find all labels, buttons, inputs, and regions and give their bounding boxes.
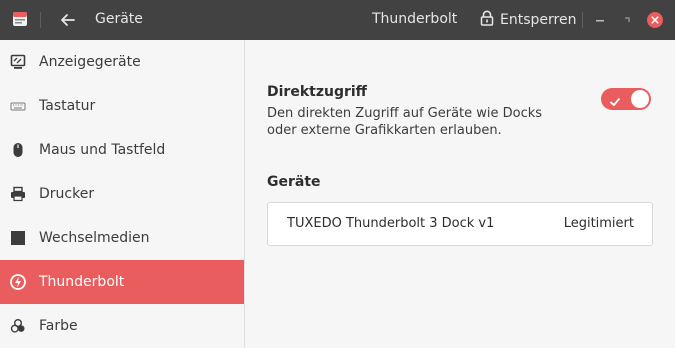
header-section-title: Geräte [95, 11, 143, 27]
unlock-button[interactable]: Entsperren [476, 6, 580, 34]
settings-app-icon[interactable] [12, 11, 28, 27]
sidebar-item-color[interactable]: Farbe [0, 304, 244, 348]
back-arrow-icon[interactable] [60, 11, 76, 29]
devices-heading: Geräte [267, 174, 321, 190]
sidebar-item-label: Anzeigegeräte [39, 54, 141, 70]
sidebar-item-label: Thunderbolt [39, 274, 125, 290]
sidebar-item-displays[interactable]: Anzeigegeräte [0, 40, 244, 84]
toggle-knob [631, 90, 649, 108]
sidebar-item-printers[interactable]: Drucker [0, 172, 244, 216]
display-icon [10, 54, 26, 70]
sidebar-item-removable-media[interactable]: Wechselmedien [0, 216, 244, 260]
header-separator [40, 12, 41, 28]
direct-access-toggle[interactable] [601, 88, 651, 110]
sidebar-item-thunderbolt[interactable]: Thunderbolt [0, 260, 244, 304]
sidebar: Anzeigegeräte Tastatur Maus und Tastfeld [0, 40, 245, 348]
mouse-icon [10, 142, 26, 158]
header-separator [582, 12, 583, 28]
color-icon [10, 318, 26, 334]
sidebar-item-mouse[interactable]: Maus und Tastfeld [0, 128, 244, 172]
device-status: Legitimiert [563, 216, 634, 231]
sidebar-item-label: Farbe [39, 318, 78, 334]
sidebar-item-label: Wechselmedien [39, 230, 150, 246]
printer-icon [10, 186, 26, 202]
removable-media-icon [10, 230, 26, 246]
sidebar-item-keyboard[interactable]: Tastatur [0, 84, 244, 128]
device-name: TUXEDO Thunderbolt 3 Dock v1 [287, 216, 495, 231]
close-icon[interactable] [645, 10, 665, 30]
header-bar: Geräte Thunderbolt Entsperren [0, 0, 675, 40]
keyboard-icon [10, 98, 26, 114]
direct-access-heading: Direktzugriff [267, 84, 368, 100]
sidebar-item-label: Maus und Tastfeld [39, 142, 166, 158]
direct-access-description: Den direkten Zugriff auf Geräte wie Dock… [267, 106, 543, 138]
minimize-icon[interactable] [590, 10, 610, 30]
checkmark-icon [609, 93, 621, 112]
maximize-icon[interactable] [617, 10, 637, 30]
thunderbolt-icon [10, 274, 26, 290]
lock-icon [480, 10, 494, 30]
window-title: Thunderbolt [372, 11, 458, 27]
unlock-label: Entsperren [500, 12, 577, 28]
main-panel: Direktzugriff Den direkten Zugriff auf G… [245, 40, 675, 348]
sidebar-item-label: Drucker [39, 186, 95, 202]
device-list: TUXEDO Thunderbolt 3 Dock v1 Legitimiert [267, 202, 653, 246]
sidebar-item-label: Tastatur [39, 98, 96, 114]
